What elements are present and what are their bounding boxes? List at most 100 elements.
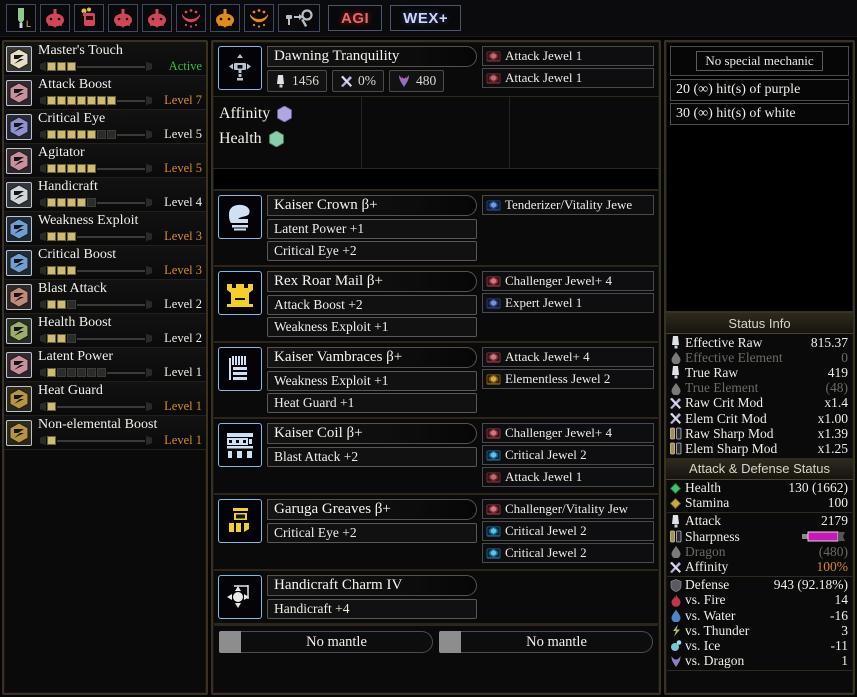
skill-level: Level 1 — [164, 365, 202, 379]
armor-decoration-slots[interactable]: Challenger Jewel+ 4 Critical Jewel 2 Attac… — [482, 423, 654, 489]
skill-name: Weakness Exploit — [38, 213, 139, 228]
gauntlets-icon[interactable] — [218, 347, 262, 391]
skill-body: Attack Boost Level 7 — [36, 76, 206, 109]
decoration-slot[interactable]: Attack Jewel 1 — [482, 68, 654, 88]
status-label: Elem Crit Mod — [685, 410, 767, 426]
decoration-slot[interactable]: Expert Jewel 1 — [482, 293, 654, 313]
armor-row[interactable]: Kaiser Crown β+ Latent Power +1 Critical E… — [213, 191, 659, 267]
chest-icon[interactable] — [218, 271, 262, 315]
jewel-icon — [486, 448, 501, 463]
skill-level: Level 1 — [164, 399, 202, 413]
armor-decoration-slots[interactable]: Challenger/Vitality Jew Critical Jewel 2 C… — [482, 499, 654, 565]
skill-row[interactable]: Master's Touch Active — [4, 42, 206, 76]
skill-pip-filled — [67, 130, 76, 139]
weapon-block[interactable]: Dawning Tranquility 1456 0% 480 Attack Jew… — [213, 42, 659, 97]
armor-row[interactable]: Kaiser Vambraces β+ Weakness Exploit +1 He… — [213, 343, 659, 419]
armor-decoration-slots[interactable]: Challenger Jewel+ 4 Expert Jewel 1 — [482, 271, 654, 315]
status-value: x1.39 — [817, 425, 848, 441]
svg-text:L: L — [26, 19, 31, 29]
affinity-icon — [669, 412, 682, 425]
skill-pip-filled — [57, 130, 66, 139]
decoration-slot[interactable]: Challenger Jewel+ 4 — [482, 423, 654, 443]
status-label: True Raw — [685, 364, 739, 380]
hammer-icon[interactable] — [218, 46, 262, 90]
skill-row[interactable]: Weakness Exploit Level 3 — [4, 212, 206, 246]
mantle-area: No mantle No mantle — [213, 625, 659, 658]
decoration-slot[interactable]: Challenger Jewel+ 4 — [482, 271, 654, 291]
skill-bar-cap-left — [40, 198, 46, 207]
skill-body: Critical Boost Level 3 — [36, 246, 206, 279]
skill-row[interactable]: Handicraft Level 4 — [4, 178, 206, 212]
skill-row[interactable]: Agitator Level 5 — [4, 144, 206, 178]
decoration-slot[interactable]: Critical Jewel 2 — [482, 521, 654, 541]
decoration-slot[interactable]: Attack Jewel 1 — [482, 467, 654, 487]
lance-weapon-icon[interactable]: L — [6, 4, 36, 32]
skill-pip-filled — [57, 232, 66, 241]
status-row: Elem Sharp Mod x1.25 — [666, 441, 853, 456]
attack-icon — [669, 366, 682, 379]
status-label: Sharpness — [685, 528, 740, 544]
armor-row[interactable]: Handicraft Charm IV Handicraft +4 — [213, 571, 659, 625]
element-icon — [669, 545, 682, 559]
decoration-name: Attack Jewel 1 — [505, 469, 583, 484]
helmet-icon[interactable] — [218, 195, 262, 239]
skill-row[interactable]: Latent Power Level 1 — [4, 348, 206, 382]
decoration-slot[interactable]: Challenger/Vitality Jew — [482, 499, 654, 519]
status-row: Affinity 100% — [666, 559, 853, 574]
decoration-slot[interactable]: Elementless Jewel 2 — [482, 369, 654, 389]
skill-body: Heat Guard Level 1 — [36, 382, 206, 415]
skill-row[interactable]: Non-elemental Boost Level 1 — [4, 416, 206, 450]
kulve-item-icon[interactable] — [74, 4, 104, 32]
boots-icon[interactable] — [218, 499, 262, 543]
decoration-slot[interactable]: Critical Jewel 2 — [482, 543, 654, 563]
skill-pip-filled — [57, 96, 66, 105]
skill-pip-filled — [47, 266, 56, 275]
armor-row[interactable]: Rex Roar Mail β+ Attack Boost +2 Weakness … — [213, 267, 659, 343]
gear-panel: Dawning Tranquility 1456 0% 480 Attack Jew… — [211, 40, 661, 695]
skill-row[interactable]: Health Boost Level 2 — [4, 314, 206, 348]
decoration-slot[interactable]: Critical Jewel 2 — [482, 445, 654, 465]
toolbar-badge-wex[interactable]: WEX+ — [390, 5, 462, 31]
monster-red-head-icon[interactable] — [108, 4, 138, 32]
armor-decoration-slots[interactable]: Tenderizer/Vitality Jewe — [482, 195, 654, 217]
armor-decoration-slots[interactable]: Attack Jewel+ 4 Elementless Jewel 2 — [482, 347, 654, 391]
status-row: Attack 2179 — [666, 513, 853, 529]
skill-pip-filled — [47, 164, 56, 173]
monster-orange-head-icon[interactable] — [210, 4, 240, 32]
toolbar-badge-agi[interactable]: AGI — [328, 5, 383, 31]
skill-row[interactable]: Critical Boost Level 3 — [4, 246, 206, 280]
weapon-swap-icon[interactable] — [278, 4, 320, 32]
status-label: vs. Water — [685, 607, 736, 623]
affinity-gem-icon — [277, 105, 293, 122]
skill-row[interactable]: Heat Guard Level 1 — [4, 382, 206, 416]
decoration-slot[interactable]: Tenderizer/Vitality Jewe — [482, 195, 654, 215]
jewel-icon — [486, 470, 501, 485]
armor-row[interactable]: Garuga Greaves β+ Critical Eye +2 Challeng… — [213, 495, 659, 571]
dragon-icon — [669, 655, 682, 668]
mantle-slot[interactable]: No mantle — [439, 631, 653, 653]
charm-icon[interactable] — [218, 575, 262, 619]
skill-row[interactable]: Critical Eye Level 5 — [4, 110, 206, 144]
status-row: vs. Fire 14 — [666, 592, 853, 608]
weapon-decoration-slots[interactable]: Attack Jewel 1 Attack Jewel 1 — [482, 46, 654, 92]
status-row: Effective Raw 815.37 — [666, 335, 853, 350]
status-info-title: Status Info — [666, 313, 853, 334]
skill-level: Level 3 — [164, 229, 202, 243]
jewel-icon — [486, 372, 501, 387]
skill-icon — [6, 181, 32, 208]
status-label: Dragon — [685, 543, 726, 559]
monster-red-smile-icon[interactable] — [176, 4, 206, 32]
mantle-slot[interactable]: No mantle — [219, 631, 433, 653]
monster-red-head2-icon[interactable] — [142, 4, 172, 32]
skill-pip-empty — [107, 130, 116, 139]
kulve-head-icon[interactable] — [40, 4, 70, 32]
waist-icon[interactable] — [218, 423, 262, 467]
armor-row[interactable]: Kaiser Coil β+ Blast Attack +2 Challenger … — [213, 419, 659, 495]
skill-level: Active — [168, 59, 202, 73]
skill-body: Latent Power Level 1 — [36, 348, 206, 381]
decoration-slot[interactable]: Attack Jewel+ 4 — [482, 347, 654, 367]
skill-row[interactable]: Attack Boost Level 7 — [4, 76, 206, 110]
monster-orange-smile-icon[interactable] — [244, 4, 274, 32]
decoration-slot[interactable]: Attack Jewel 1 — [482, 46, 654, 66]
skill-row[interactable]: Blast Attack Level 2 — [4, 280, 206, 314]
